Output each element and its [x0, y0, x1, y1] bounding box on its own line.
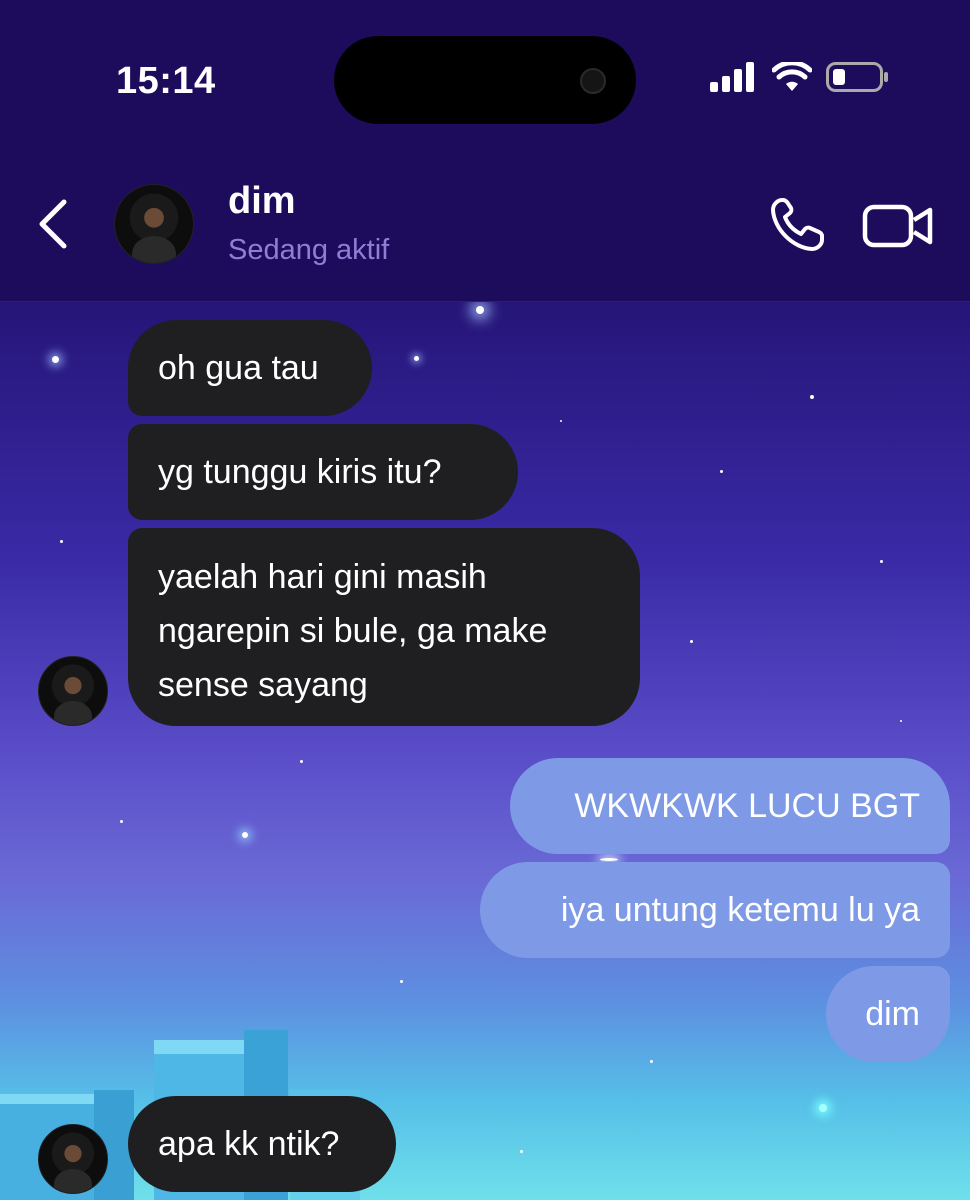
star: [120, 820, 123, 823]
outgoing-message[interactable]: iya untung ketemu lu ya: [480, 862, 950, 958]
star: [810, 395, 814, 399]
contact-avatar[interactable]: [114, 184, 194, 264]
status-time: 15:14: [116, 60, 216, 102]
chat-header: dim Sedang aktif: [0, 150, 970, 302]
sender-avatar[interactable]: [38, 1124, 108, 1194]
message-text: yg tunggu kiris itu?: [158, 453, 442, 491]
star: [52, 356, 59, 363]
contact-status: Sedang aktif: [228, 234, 390, 266]
message-text: yaelah hari gini masih ngarepin si bule,…: [158, 558, 548, 704]
message-text: WKWKWK LUCU BGT: [574, 787, 920, 825]
message-text: iya untung ketemu lu ya: [560, 891, 920, 929]
star: [560, 420, 562, 422]
star: [520, 1150, 523, 1153]
incoming-message[interactable]: apa kk ntik?: [128, 1096, 396, 1192]
star: [690, 640, 693, 643]
outgoing-message[interactable]: dim: [826, 966, 950, 1062]
star: [880, 560, 883, 563]
star: [650, 1060, 653, 1063]
dynamic-island: [334, 36, 636, 124]
video-camera-icon[interactable]: [862, 202, 934, 250]
battery-icon: [826, 62, 888, 92]
incoming-message[interactable]: yaelah hari gini masih ngarepin si bule,…: [128, 528, 640, 726]
star: [600, 858, 618, 861]
signal-icon: [710, 62, 754, 92]
incoming-message[interactable]: yg tunggu kiris itu?: [128, 424, 518, 520]
star: [476, 306, 484, 314]
message-text: oh gua tau: [158, 349, 319, 387]
message-text: dim: [865, 995, 920, 1033]
outgoing-message[interactable]: WKWKWK LUCU BGT: [510, 758, 950, 854]
message-text: apa kk ntik?: [158, 1125, 340, 1163]
star: [414, 356, 419, 361]
star: [819, 1104, 827, 1112]
front-camera: [580, 68, 606, 94]
star: [300, 760, 303, 763]
contact-name[interactable]: dim: [228, 180, 296, 223]
star: [60, 540, 63, 543]
status-bar: 15:14: [0, 0, 970, 150]
back-chevron-icon[interactable]: [34, 198, 74, 250]
wifi-icon: [772, 62, 812, 91]
star: [400, 980, 403, 983]
status-icons: [710, 62, 890, 92]
star: [720, 470, 723, 473]
sender-avatar[interactable]: [38, 656, 108, 726]
phone-icon[interactable]: [768, 196, 826, 254]
incoming-message[interactable]: oh gua tau: [128, 320, 372, 416]
star: [900, 720, 902, 722]
star: [242, 832, 248, 838]
